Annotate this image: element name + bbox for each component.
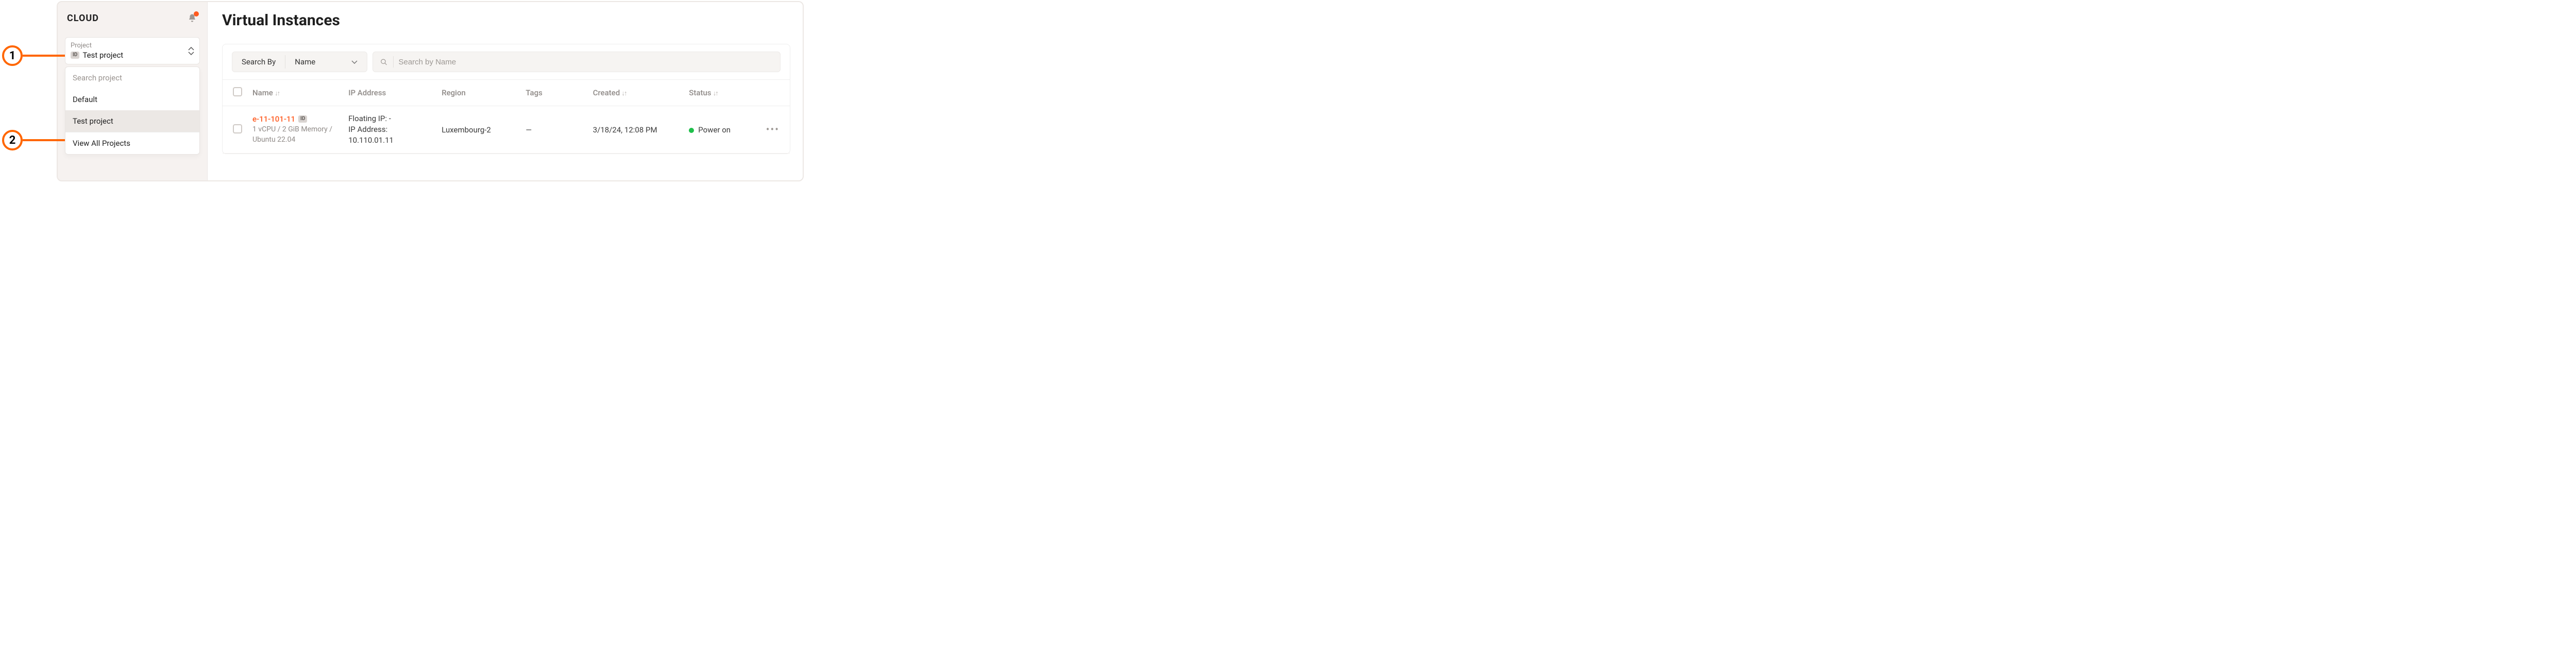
col-header-ip: IP Address <box>343 80 436 106</box>
sort-arrows-icon: ↓↑ <box>274 90 279 97</box>
project-dropdown: Search project Default Test project View… <box>65 66 200 155</box>
project-dropdown-item[interactable]: Test project <box>65 110 199 132</box>
project-search-input[interactable]: Search project <box>65 67 199 89</box>
sidebar: CLOUD Project ID Test project <box>58 2 207 180</box>
instance-ip: Floating IP: - IP Address: 10.110.01.11 <box>348 113 431 146</box>
view-all-projects-button[interactable]: View All Projects <box>65 132 199 154</box>
select-all-checkbox[interactable] <box>233 87 242 96</box>
chevron-down-icon <box>351 60 358 64</box>
sort-arrows-icon: ↓↑ <box>621 90 626 97</box>
instance-status: Power on <box>698 125 731 135</box>
id-badge: ID <box>298 115 307 123</box>
project-search-placeholder: Search project <box>73 73 122 82</box>
project-selector-value-row: ID Test project <box>71 51 194 60</box>
col-header-status-label: Status <box>689 88 711 97</box>
annotation-1: 1 <box>2 45 23 66</box>
ip-address-value: 10.110.01.11 <box>348 135 431 146</box>
annotation-1-label: 1 <box>9 49 16 62</box>
page-title: Virtual Instances <box>222 11 790 29</box>
row-checkbox[interactable] <box>233 124 242 133</box>
search-by-selector[interactable]: Search By Name <box>232 52 367 72</box>
status-dot-icon <box>689 128 694 133</box>
divider <box>393 56 394 68</box>
main-content: Virtual Instances Search By Name <box>207 2 803 180</box>
chevron-updown-icon <box>188 47 194 55</box>
floating-ip-label: Floating IP: - <box>348 113 431 124</box>
filter-row: Search By Name <box>223 44 790 79</box>
sort-arrows-icon: ↓↑ <box>713 90 718 97</box>
annotation-2: 2 <box>2 130 23 150</box>
view-all-projects-label: View All Projects <box>73 139 130 148</box>
ip-address-label: IP Address: <box>348 125 387 134</box>
col-header-status[interactable]: Status ↓↑ <box>684 80 760 106</box>
project-selector-value: Test project <box>82 51 123 60</box>
col-header-name[interactable]: Name ↓↑ <box>247 80 343 106</box>
col-header-ip-label: IP Address <box>348 88 386 97</box>
instances-card: Search By Name <box>222 44 790 154</box>
project-dropdown-item[interactable]: Default <box>65 89 199 110</box>
search-by-field-label: Name <box>295 57 315 66</box>
annotation-2-line <box>23 139 65 141</box>
notifications-button[interactable] <box>187 12 198 24</box>
col-header-created[interactable]: Created ↓↑ <box>588 80 684 106</box>
search-box[interactable] <box>372 52 781 72</box>
instance-region: Luxembourg-2 <box>442 125 491 135</box>
cloud-panel: CLOUD Project ID Test project <box>57 1 804 181</box>
notification-dot-icon <box>194 11 199 16</box>
instance-name-link[interactable]: e-11-101-11 ID <box>252 114 307 124</box>
project-selector-label: Project <box>71 42 194 49</box>
brand-row: CLOUD <box>65 12 200 24</box>
instance-created: 3/18/24, 12:08 PM <box>593 125 657 135</box>
search-by-field: Name <box>285 52 367 72</box>
instances-table: Name ↓↑ IP Address Region Tags <box>223 79 790 154</box>
col-header-name-label: Name <box>252 88 273 97</box>
col-header-created-label: Created <box>593 88 620 97</box>
table-row[interactable]: e-11-101-11 ID 1 vCPU / 2 GiB Memory / U… <box>223 106 790 154</box>
annotation-2-label: 2 <box>9 134 16 147</box>
annotation-1-line <box>23 55 65 57</box>
search-by-label: Search By <box>232 52 285 72</box>
brand-label: CLOUD <box>67 13 99 24</box>
id-badge: ID <box>71 52 79 59</box>
search-input[interactable] <box>398 58 773 66</box>
project-dropdown-item-label: Test project <box>73 116 113 126</box>
instance-tags: — <box>526 125 532 135</box>
table-header-row: Name ↓↑ IP Address Region Tags <box>223 80 790 106</box>
row-actions-button[interactable]: ••• <box>766 123 779 136</box>
project-dropdown-item-label: Default <box>73 95 97 104</box>
col-header-tags-label: Tags <box>526 88 542 97</box>
instance-spec: 1 vCPU / 2 GiB Memory / Ubuntu 22.04 <box>252 125 338 145</box>
search-icon <box>380 58 387 66</box>
project-selector[interactable]: Project ID Test project <box>65 37 200 64</box>
col-header-region-label: Region <box>442 88 466 97</box>
col-header-region: Region <box>436 80 520 106</box>
instance-name: e-11-101-11 <box>252 114 295 124</box>
col-header-tags: Tags <box>520 80 587 106</box>
